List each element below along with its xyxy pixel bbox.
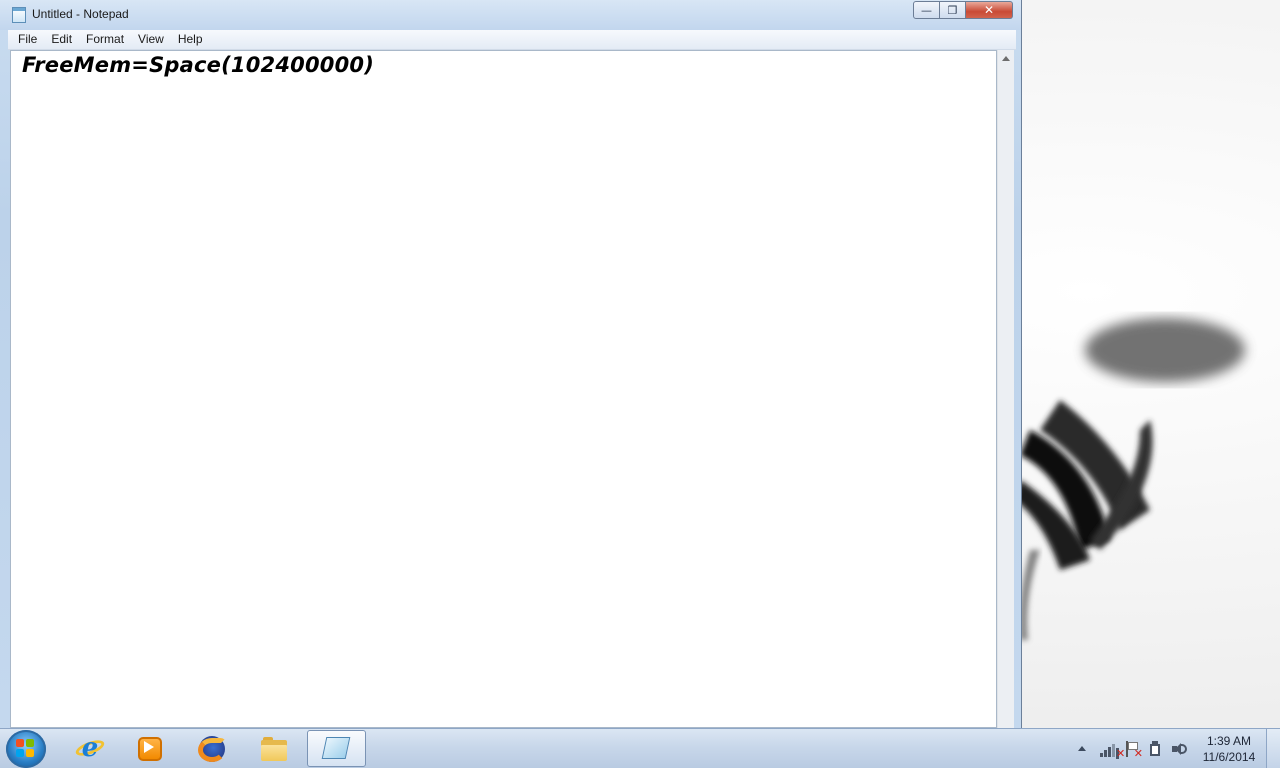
power-icon[interactable] — [1147, 741, 1163, 757]
title-bar[interactable]: Untitled - Notepad — ❐ ✕ — [0, 0, 1021, 30]
notepad-window[interactable]: Untitled - Notepad — ❐ ✕ File Edit Forma… — [0, 0, 1022, 728]
windows-logo-icon — [16, 739, 36, 759]
volume-icon[interactable] — [1171, 741, 1187, 757]
network-icon[interactable]: ✕ — [1100, 741, 1125, 759]
internet-explorer-icon[interactable]: e — [73, 734, 107, 764]
maximize-button[interactable]: ❐ — [940, 1, 966, 19]
notepad-icon[interactable] — [12, 7, 26, 23]
close-button[interactable]: ✕ — [966, 1, 1013, 19]
windows-media-player-icon[interactable] — [135, 734, 165, 764]
taskbar: e ✕ ✕ 1:39 AM 11/6/2014 — [0, 728, 1280, 768]
caption-buttons: — ❐ ✕ — [913, 1, 1013, 21]
firefox-icon[interactable] — [197, 734, 227, 764]
scroll-up-arrow-icon[interactable] — [1002, 56, 1010, 61]
editor-content[interactable]: FreeMem=Space(102400000) — [22, 53, 374, 77]
clock-date: 11/6/2014 — [1202, 750, 1256, 764]
menu-format[interactable]: Format — [79, 30, 131, 49]
clock-time: 1:39 AM — [1206, 734, 1252, 748]
text-editor[interactable]: FreeMem=Space(102400000) — [10, 50, 997, 728]
system-clock[interactable]: 1:39 AM 11/6/2014 — [1196, 733, 1262, 765]
windows-explorer-icon[interactable] — [259, 734, 289, 764]
start-button[interactable] — [6, 730, 46, 768]
vertical-scrollbar[interactable] — [997, 50, 1014, 728]
menu-edit[interactable]: Edit — [44, 30, 79, 49]
menu-file[interactable]: File — [8, 30, 44, 49]
wallpaper-art — [1015, 318, 1245, 640]
show-desktop-button[interactable] — [1266, 729, 1280, 768]
menu-help[interactable]: Help — [171, 30, 210, 49]
notepad-taskbar-button[interactable] — [307, 730, 366, 767]
minimize-button[interactable]: — — [913, 1, 940, 19]
menu-bar: File Edit Format View Help — [8, 30, 1016, 50]
menu-view[interactable]: View — [131, 30, 171, 49]
notepad-icon — [321, 737, 351, 759]
show-hidden-icons-arrow-icon[interactable] — [1078, 746, 1086, 751]
action-center-flag-icon[interactable]: ✕ — [1124, 741, 1143, 759]
window-title: Untitled - Notepad — [32, 7, 129, 21]
